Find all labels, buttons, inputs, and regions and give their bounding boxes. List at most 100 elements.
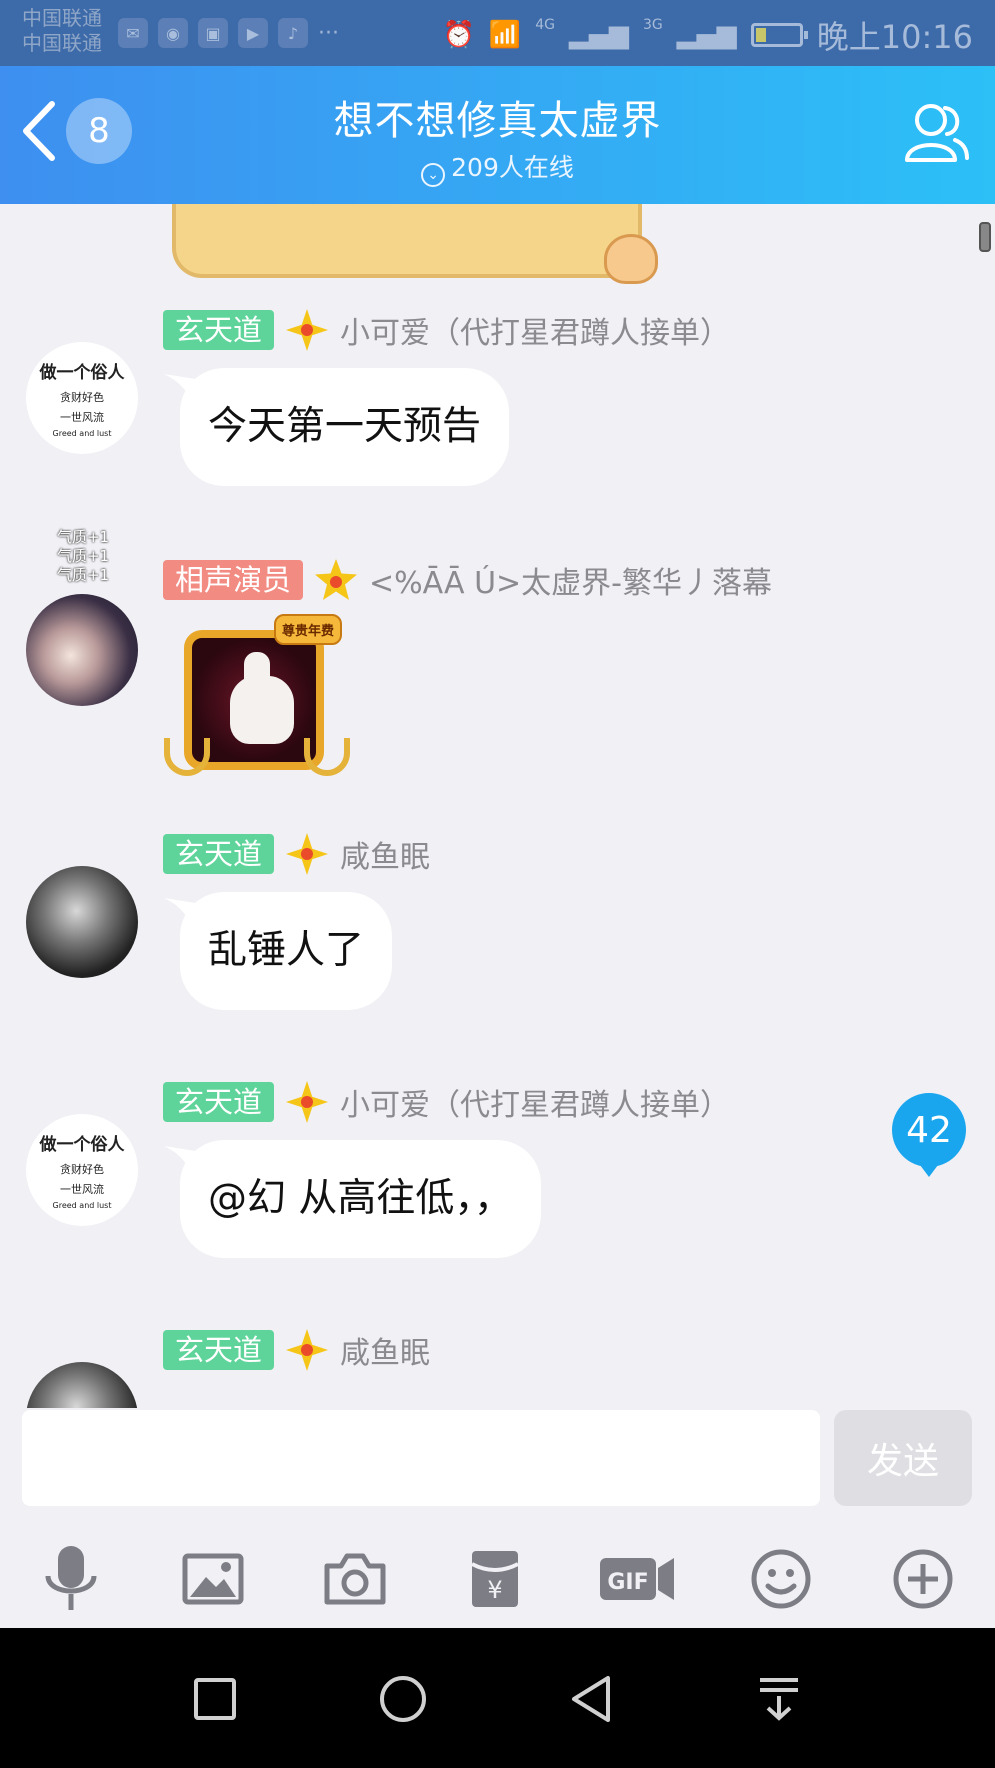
more-button[interactable] (882, 1538, 964, 1620)
online-count-label: 209人在线 (451, 153, 574, 182)
message-bubble[interactable]: 乱锤人了 (180, 892, 393, 1010)
svg-text:¥: ¥ (487, 1576, 502, 1604)
message-meta: 玄天道 小可爱（代打星君蹲人接单） (163, 1080, 730, 1124)
halo-line: 气质+1 (56, 566, 110, 584)
avatar-text-line: 贪财好色 (60, 391, 104, 404)
avatar-text-line: 做一个俗人 (39, 363, 125, 383)
avatar[interactable] (26, 866, 138, 978)
wifi-icon: 📶 (488, 20, 522, 50)
camera-icon (324, 1553, 386, 1605)
chat-header: 8 想不想修真太虚界 ⌄ 209人在线 (0, 66, 995, 204)
avatar-text-line: 做一个俗人 (39, 1135, 125, 1155)
video-notification-icon: ▶ (238, 18, 268, 48)
nickname[interactable]: 咸鱼眠 (340, 1328, 430, 1372)
unread-messages-badge[interactable]: 42 (892, 1093, 966, 1177)
notification-icons: ✉ ◉ ▣ ▶ ♪ ··· (118, 18, 339, 48)
title-tag: 相声演员 (163, 560, 304, 600)
title-tag: 玄天道 (163, 834, 275, 874)
status-bar: 中国联通 中国联通 ✉ ◉ ▣ ▶ ♪ ··· ⏰ 📶 4G ▂▄▆ 3G ▂▄… (0, 0, 995, 66)
title-tag: 玄天道 (163, 310, 275, 350)
carrier-1: 中国联通 (22, 6, 102, 30)
voice-button[interactable] (30, 1538, 112, 1620)
nickname[interactable]: 小可爱（代打星君蹲人接单） (340, 1080, 730, 1124)
red-packet-button[interactable]: ¥ (454, 1538, 536, 1620)
signal-icon: ▂▄▆ (569, 20, 629, 50)
avatar[interactable] (26, 594, 138, 706)
group-title: 想不想修真太虚界 (333, 98, 662, 144)
message-meta: 相声演员 <%ĀĀ Ú>太虚界-繁华丿落幕 (163, 558, 772, 602)
qq-notification-icon: ✉ (118, 18, 148, 48)
level-star-icon (315, 559, 358, 600)
carrier-labels: 中国联通 中国联通 (22, 6, 102, 56)
network-3g-label: 3G (643, 17, 663, 33)
level-star-icon (286, 833, 329, 875)
carrier-2: 中国联通 (22, 31, 102, 55)
circle-icon (380, 1676, 426, 1722)
chevron-down-icon: ⌄ (421, 163, 446, 187)
online-count[interactable]: ⌄ 209人在线 (0, 148, 995, 187)
gif-video-icon: GIF (600, 1558, 674, 1600)
avatar-text-line: 一世风流 (60, 411, 104, 424)
right-wing-icon (304, 738, 350, 776)
nickname[interactable]: 咸鱼眠 (340, 832, 430, 876)
system-nav-bar (0, 1628, 995, 1768)
pull-down-icon (760, 1678, 798, 1721)
image-icon (182, 1553, 244, 1605)
group-members-icon[interactable] (901, 100, 971, 166)
gift-sticker[interactable]: 尊贵年费 (164, 610, 350, 780)
input-toolbar: ¥ GIF (0, 1538, 995, 1628)
message-bubble[interactable]: @幻 从高往低，， (180, 1140, 541, 1258)
input-bar: 发送 ¥ GIF (0, 1408, 995, 1628)
avatar[interactable]: 做一个俗人 贪财好色 一世风流 Greed and lust (26, 342, 138, 454)
smiley-icon (751, 1549, 811, 1609)
triangle-back-icon (572, 1676, 610, 1722)
network-4g-label: 4G (535, 17, 555, 33)
message-meta: 玄天道 咸鱼眠 (163, 1328, 430, 1372)
square-icon (194, 1678, 236, 1720)
alarm-icon: ⏰ (442, 20, 475, 50)
app-notification-icon: ▣ (198, 18, 228, 48)
plus-circle-icon (893, 1549, 953, 1609)
avatar-text-line: Greed and lust (52, 1201, 112, 1210)
sticker-image[interactable] (172, 204, 658, 284)
red-packet-icon: ¥ (471, 1551, 519, 1607)
tiktok-notification-icon: ♪ (278, 18, 308, 48)
status-indicators: ⏰ 📶 4G ▂▄▆ 3G ▂▄▆ 晚上10:16 (442, 12, 973, 58)
halo-text: 气质+1 气质+1 气质+1 (48, 528, 118, 585)
nickname[interactable]: <%ĀĀ Ú>太虚界-繁华丿落幕 (369, 558, 772, 602)
level-star-icon (286, 1329, 329, 1371)
avatar-text-line: 一世风流 (60, 1183, 104, 1196)
gift-label: 尊贵年费 (274, 614, 343, 645)
title-tag: 玄天道 (163, 1082, 275, 1122)
halo-line: 气质+1 (56, 547, 110, 565)
home-button[interactable] (370, 1666, 436, 1732)
image-button[interactable] (172, 1538, 254, 1620)
avatar[interactable]: 做一个俗人 贪财好色 一世风流 Greed and lust (26, 1114, 138, 1226)
clock: 晚上10:16 (816, 18, 973, 56)
message-meta: 玄天道 小可爱（代打星君蹲人接单） (163, 308, 730, 352)
recent-apps-button[interactable] (182, 1666, 248, 1732)
more-notifications-icon: ··· (318, 20, 339, 46)
scrollbar[interactable] (979, 222, 991, 252)
camera-button[interactable] (314, 1538, 396, 1620)
battery-icon (750, 23, 808, 47)
level-star-icon (286, 309, 329, 351)
nickname[interactable]: 小可爱（代打星君蹲人接单） (340, 308, 730, 352)
message-input[interactable] (22, 1410, 820, 1506)
avatar[interactable] (26, 1362, 138, 1408)
message-bubble[interactable]: 今天第一天预告 (180, 368, 510, 486)
cat-sticker-graphic (604, 234, 658, 284)
alpaca-body (230, 676, 294, 744)
back-button[interactable] (558, 1666, 624, 1732)
level-star-icon (286, 1081, 329, 1123)
avatar-text-line: Greed and lust (52, 429, 112, 438)
message-meta: 玄天道 咸鱼眠 (163, 832, 430, 876)
message-list[interactable]: 做一个俗人 贪财好色 一世风流 Greed and lust 玄天道 小可爱（代… (0, 204, 995, 1408)
signal-icon-2: ▂▄▆ (676, 20, 737, 50)
gif-button[interactable]: GIF (596, 1538, 678, 1620)
title-tag: 玄天道 (163, 1330, 275, 1370)
svg-text:GIF: GIF (607, 1570, 648, 1595)
notification-pulldown-button[interactable] (746, 1666, 812, 1732)
emoji-button[interactable] (740, 1538, 822, 1620)
send-button[interactable]: 发送 (834, 1410, 972, 1506)
